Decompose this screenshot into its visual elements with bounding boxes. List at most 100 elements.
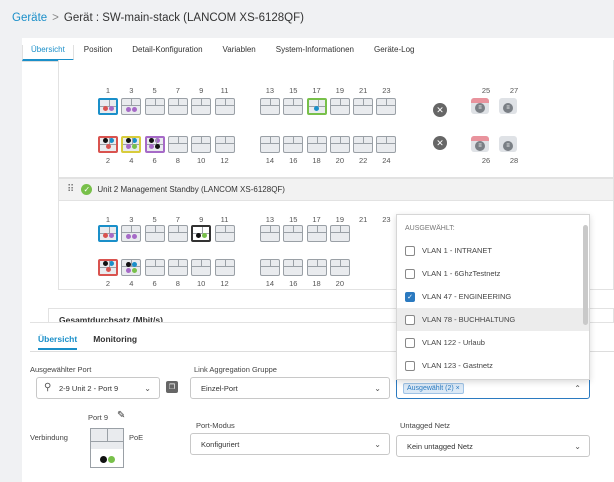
dropdown-scrollbar[interactable] bbox=[583, 217, 588, 377]
checkbox[interactable]: ✓ bbox=[405, 291, 415, 302]
port[interactable] bbox=[121, 225, 142, 242]
port-number: 8 bbox=[175, 156, 180, 165]
checkbox[interactable] bbox=[405, 360, 415, 371]
port-number: 3 bbox=[129, 215, 134, 224]
port[interactable] bbox=[353, 98, 374, 115]
checkbox[interactable] bbox=[405, 268, 415, 279]
checkbox[interactable] bbox=[405, 314, 415, 325]
port[interactable] bbox=[191, 225, 212, 242]
vlan-selected-chip[interactable]: Ausgewählt (2) × bbox=[403, 382, 464, 394]
port[interactable] bbox=[98, 136, 118, 153]
port-number: 28 bbox=[509, 156, 519, 165]
subtab-overview[interactable]: Übersicht bbox=[38, 334, 78, 350]
sfp-port[interactable]: ≡ bbox=[499, 136, 517, 152]
tab-overview[interactable]: Übersicht bbox=[22, 45, 74, 61]
port[interactable] bbox=[259, 98, 280, 115]
vlan-option[interactable]: VLAN 123 - Gastnetz bbox=[397, 354, 589, 377]
port[interactable] bbox=[283, 136, 304, 153]
checkbox[interactable] bbox=[405, 337, 415, 348]
port[interactable] bbox=[121, 98, 142, 115]
port[interactable] bbox=[329, 259, 350, 276]
untagged-select[interactable]: Kein untagged Netz ⌄ bbox=[396, 435, 590, 457]
port[interactable] bbox=[191, 98, 212, 115]
vlan-select[interactable]: Ausgewählt (2) × ⌃ bbox=[396, 377, 590, 399]
port[interactable] bbox=[167, 259, 188, 276]
port[interactable] bbox=[283, 98, 304, 115]
port-mode-value: Konfiguriert bbox=[201, 439, 240, 449]
disabled-port-icon[interactable]: ✕ bbox=[433, 136, 447, 150]
port[interactable] bbox=[329, 136, 350, 153]
selected-port-select[interactable]: ⚲ 2-9 Unit 2 - Port 9 ⌄ bbox=[36, 377, 160, 399]
port[interactable] bbox=[306, 98, 327, 115]
checkbox[interactable] bbox=[405, 245, 415, 256]
drag-handle-icon[interactable]: ⠿ bbox=[67, 184, 74, 195]
port-number: 21 bbox=[358, 86, 368, 95]
port[interactable] bbox=[98, 225, 118, 242]
breadcrumb-devices-link[interactable]: Geräte bbox=[12, 12, 47, 24]
vlan-option-label: VLAN 1 - INTRANET bbox=[422, 246, 493, 255]
sfp-port[interactable]: ≡ bbox=[471, 98, 489, 114]
port-number: 15 bbox=[289, 215, 298, 224]
chevron-down-icon: ⌄ bbox=[144, 384, 151, 393]
chevron-down-icon: ⌄ bbox=[374, 384, 381, 393]
vlan-dot bbox=[108, 261, 114, 266]
port[interactable] bbox=[167, 98, 188, 115]
sfp-port[interactable]: ≡ bbox=[471, 136, 489, 152]
port-number: 6 bbox=[152, 279, 157, 288]
port[interactable] bbox=[283, 225, 304, 242]
vlan-option[interactable]: ✓VLAN 4000 - MANAGEMENT bbox=[397, 377, 589, 379]
tab-system-info[interactable]: System-Informationen bbox=[266, 45, 364, 61]
subtab-monitoring[interactable]: Monitoring bbox=[93, 334, 137, 350]
vlan-option[interactable]: VLAN 1 - 6GhzTestnetz bbox=[397, 262, 589, 285]
port-number: 10 bbox=[197, 279, 206, 288]
tab-variables[interactable]: Variablen bbox=[213, 45, 266, 61]
vlan-dot bbox=[201, 233, 207, 238]
port[interactable] bbox=[191, 259, 212, 276]
port[interactable] bbox=[376, 98, 397, 115]
port[interactable] bbox=[214, 225, 235, 242]
vlan-option[interactable]: VLAN 78 - BUCHHALTUNG bbox=[397, 308, 589, 331]
port[interactable] bbox=[144, 225, 165, 242]
vlan-option[interactable]: VLAN 122 - Urlaub bbox=[397, 331, 589, 354]
port[interactable] bbox=[214, 136, 235, 153]
port[interactable] bbox=[306, 225, 327, 242]
port[interactable] bbox=[259, 259, 280, 276]
untagged-value: Kein untagged Netz bbox=[407, 441, 473, 451]
port-number: 2 bbox=[105, 156, 111, 165]
port[interactable] bbox=[283, 259, 304, 276]
disabled-port-icon[interactable]: ✕ bbox=[433, 103, 447, 117]
port[interactable] bbox=[144, 98, 165, 115]
vlan-option[interactable]: VLAN 1 - INTRANET bbox=[397, 239, 589, 262]
edit-icon[interactable]: ✎ bbox=[117, 410, 125, 421]
copy-button[interactable]: ❐ bbox=[166, 381, 178, 393]
port[interactable] bbox=[121, 136, 142, 153]
port-mode-select[interactable]: Konfiguriert ⌄ bbox=[190, 433, 390, 455]
port[interactable] bbox=[214, 98, 235, 115]
port[interactable] bbox=[259, 136, 280, 153]
port[interactable] bbox=[329, 98, 350, 115]
port[interactable] bbox=[98, 259, 118, 276]
port[interactable] bbox=[329, 225, 350, 242]
port[interactable] bbox=[259, 225, 280, 242]
port-number: 1 bbox=[105, 215, 111, 224]
tab-detail-config[interactable]: Detail-Konfiguration bbox=[122, 45, 212, 61]
port[interactable] bbox=[191, 136, 212, 153]
port[interactable] bbox=[306, 259, 327, 276]
port[interactable] bbox=[144, 136, 165, 153]
tab-device-log[interactable]: Geräte-Log bbox=[364, 45, 424, 61]
port[interactable] bbox=[306, 136, 327, 153]
sfp-port[interactable]: ≡ bbox=[499, 98, 517, 114]
port[interactable] bbox=[98, 98, 118, 115]
port[interactable] bbox=[376, 136, 397, 153]
vlan-dot bbox=[149, 138, 155, 143]
port[interactable] bbox=[167, 136, 188, 153]
lag-select[interactable]: Einzel-Port ⌄ bbox=[190, 377, 390, 399]
port[interactable] bbox=[121, 259, 142, 276]
port[interactable] bbox=[144, 259, 165, 276]
tab-position[interactable]: Position bbox=[74, 45, 122, 61]
vlan-option[interactable]: ✓ VLAN 47 - ENGINEERING bbox=[397, 285, 589, 308]
port-number: 13 bbox=[265, 86, 275, 95]
port[interactable] bbox=[214, 259, 235, 276]
port[interactable] bbox=[167, 225, 188, 242]
port[interactable] bbox=[353, 136, 374, 153]
